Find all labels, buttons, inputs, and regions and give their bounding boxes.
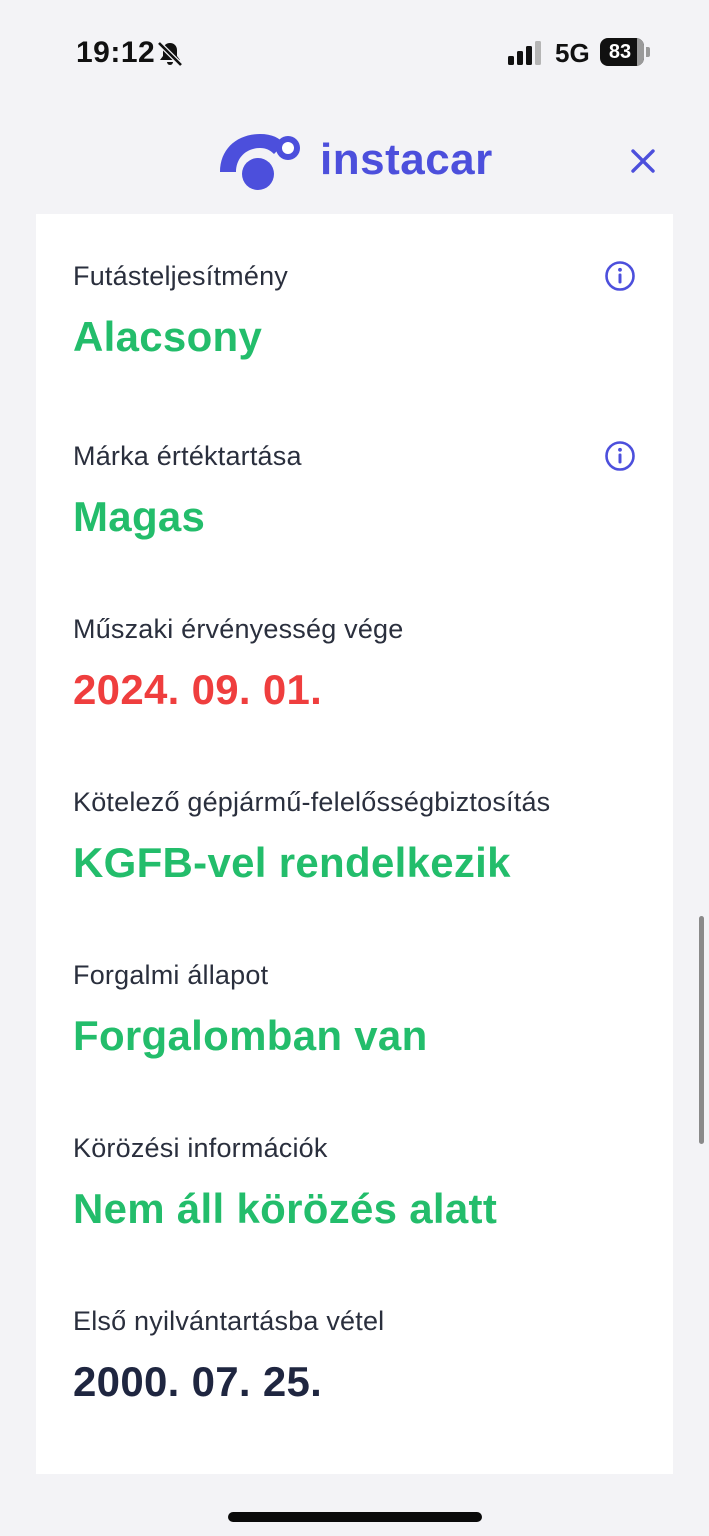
vehicle-details-screen: 19:12 5G 83 instacar Futásteljesítmény A… (0, 0, 709, 1536)
info-icon[interactable] (604, 260, 636, 292)
field-value: KGFB-vel rendelkezik (73, 839, 511, 886)
field-label: Körözési információk (73, 1133, 328, 1163)
field-value: Magas (73, 493, 206, 540)
status-bar: 19:12 5G 83 (0, 0, 709, 100)
vehicle-details-card: Futásteljesítmény Alacsony Márka értékta… (36, 214, 673, 1474)
field-mileage: Futásteljesítmény Alacsony (73, 258, 636, 364)
field-traffic-status: Forgalmi állapot Forgalomban van (73, 957, 636, 1063)
close-icon[interactable] (624, 142, 662, 180)
logo-mark-icon (220, 134, 300, 190)
instacar-logo: instacar (216, 128, 493, 192)
bell-slash-icon (157, 41, 183, 67)
field-value: Alacsony (73, 313, 263, 360)
scrollbar[interactable] (699, 916, 704, 1144)
field-liability-insurance: Kötelező gépjármű-felelősségbiztosítás K… (73, 784, 636, 890)
field-value: 2000. 07. 25. (73, 1358, 323, 1405)
field-label: Első nyilvántartásba vétel (73, 1306, 385, 1336)
field-label: Futásteljesítmény (73, 261, 288, 291)
info-icon[interactable] (604, 440, 636, 472)
field-value: Forgalomban van (73, 1012, 428, 1059)
app-header: instacar (0, 110, 709, 210)
field-wanted-status: Körözési információk Nem áll körözés ala… (73, 1130, 636, 1236)
field-label: Forgalmi állapot (73, 960, 269, 990)
field-inspection-expiry: Műszaki érvényesség vége 2024. 09. 01. (73, 611, 636, 717)
network-label: 5G (555, 38, 590, 68)
field-value: 2024. 09. 01. (73, 666, 323, 713)
battery-icon: 83 (600, 38, 650, 66)
field-label: Márka értéktartása (73, 441, 302, 471)
field-brand-value-retention: Márka értéktartása Magas (73, 438, 636, 544)
logo-text: instacar (320, 135, 493, 184)
battery-level: 83 (608, 41, 632, 63)
status-time: 19:12 (76, 36, 156, 69)
home-indicator[interactable] (228, 1512, 482, 1522)
signal-icon (508, 41, 541, 65)
field-label: Műszaki érvényesség vége (73, 614, 404, 644)
field-label: Kötelező gépjármű-felelősségbiztosítás (73, 787, 551, 817)
field-value: Nem áll körözés alatt (73, 1185, 498, 1232)
field-first-registration: Első nyilvántartásba vétel 2000. 07. 25. (73, 1303, 636, 1409)
